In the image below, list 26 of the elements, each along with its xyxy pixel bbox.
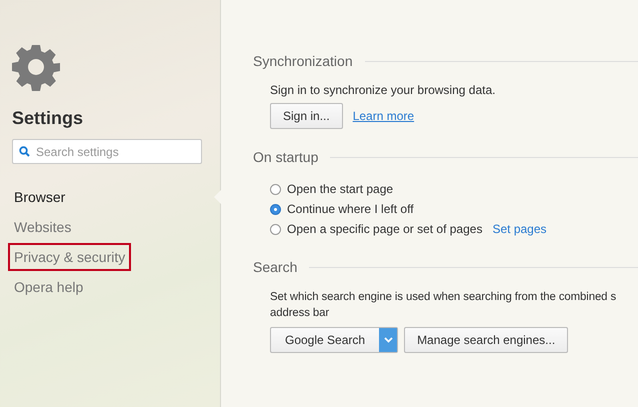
gear-icon bbox=[12, 43, 60, 91]
search-engine-dropdown[interactable]: Google Search bbox=[270, 327, 398, 353]
radio-button[interactable] bbox=[270, 184, 281, 194]
section-description: Sign in to synchronize your browsing data. bbox=[270, 83, 496, 97]
radio-button[interactable] bbox=[270, 224, 281, 234]
nav-item[interactable]: Opera help bbox=[8, 273, 90, 301]
section-description: address bar bbox=[270, 306, 330, 321]
sign-in-button[interactable]: Sign in... bbox=[270, 103, 343, 129]
radio-button[interactable] bbox=[270, 204, 281, 214]
learn-more-link[interactable]: Learn more bbox=[352, 109, 414, 123]
section-title: On startup bbox=[253, 149, 318, 165]
section-title: Search bbox=[253, 259, 298, 275]
nav-item[interactable]: Privacy & security bbox=[8, 243, 132, 271]
search-field[interactable]: Search settings bbox=[12, 139, 202, 164]
section-description: Set which search engine is used when searching from the combined s bbox=[270, 290, 618, 305]
nav-item[interactable]: Websites bbox=[8, 213, 78, 241]
chevron-down-icon bbox=[384, 337, 393, 343]
nav-item[interactable]: Browser bbox=[8, 183, 72, 211]
radio-label: Open a specific page or set of pages bbox=[287, 222, 482, 236]
manage-search-engines-button[interactable]: Manage search engines... bbox=[404, 327, 568, 353]
set-pages-link[interactable]: Set pages bbox=[492, 222, 547, 236]
radio-label: Open the start page bbox=[287, 182, 394, 196]
selection-pointer-icon bbox=[214, 190, 221, 204]
radio-label: Continue where I left off bbox=[287, 202, 414, 216]
section-title: Synchronization bbox=[253, 53, 353, 69]
settings-title: Settings bbox=[12, 108, 84, 129]
